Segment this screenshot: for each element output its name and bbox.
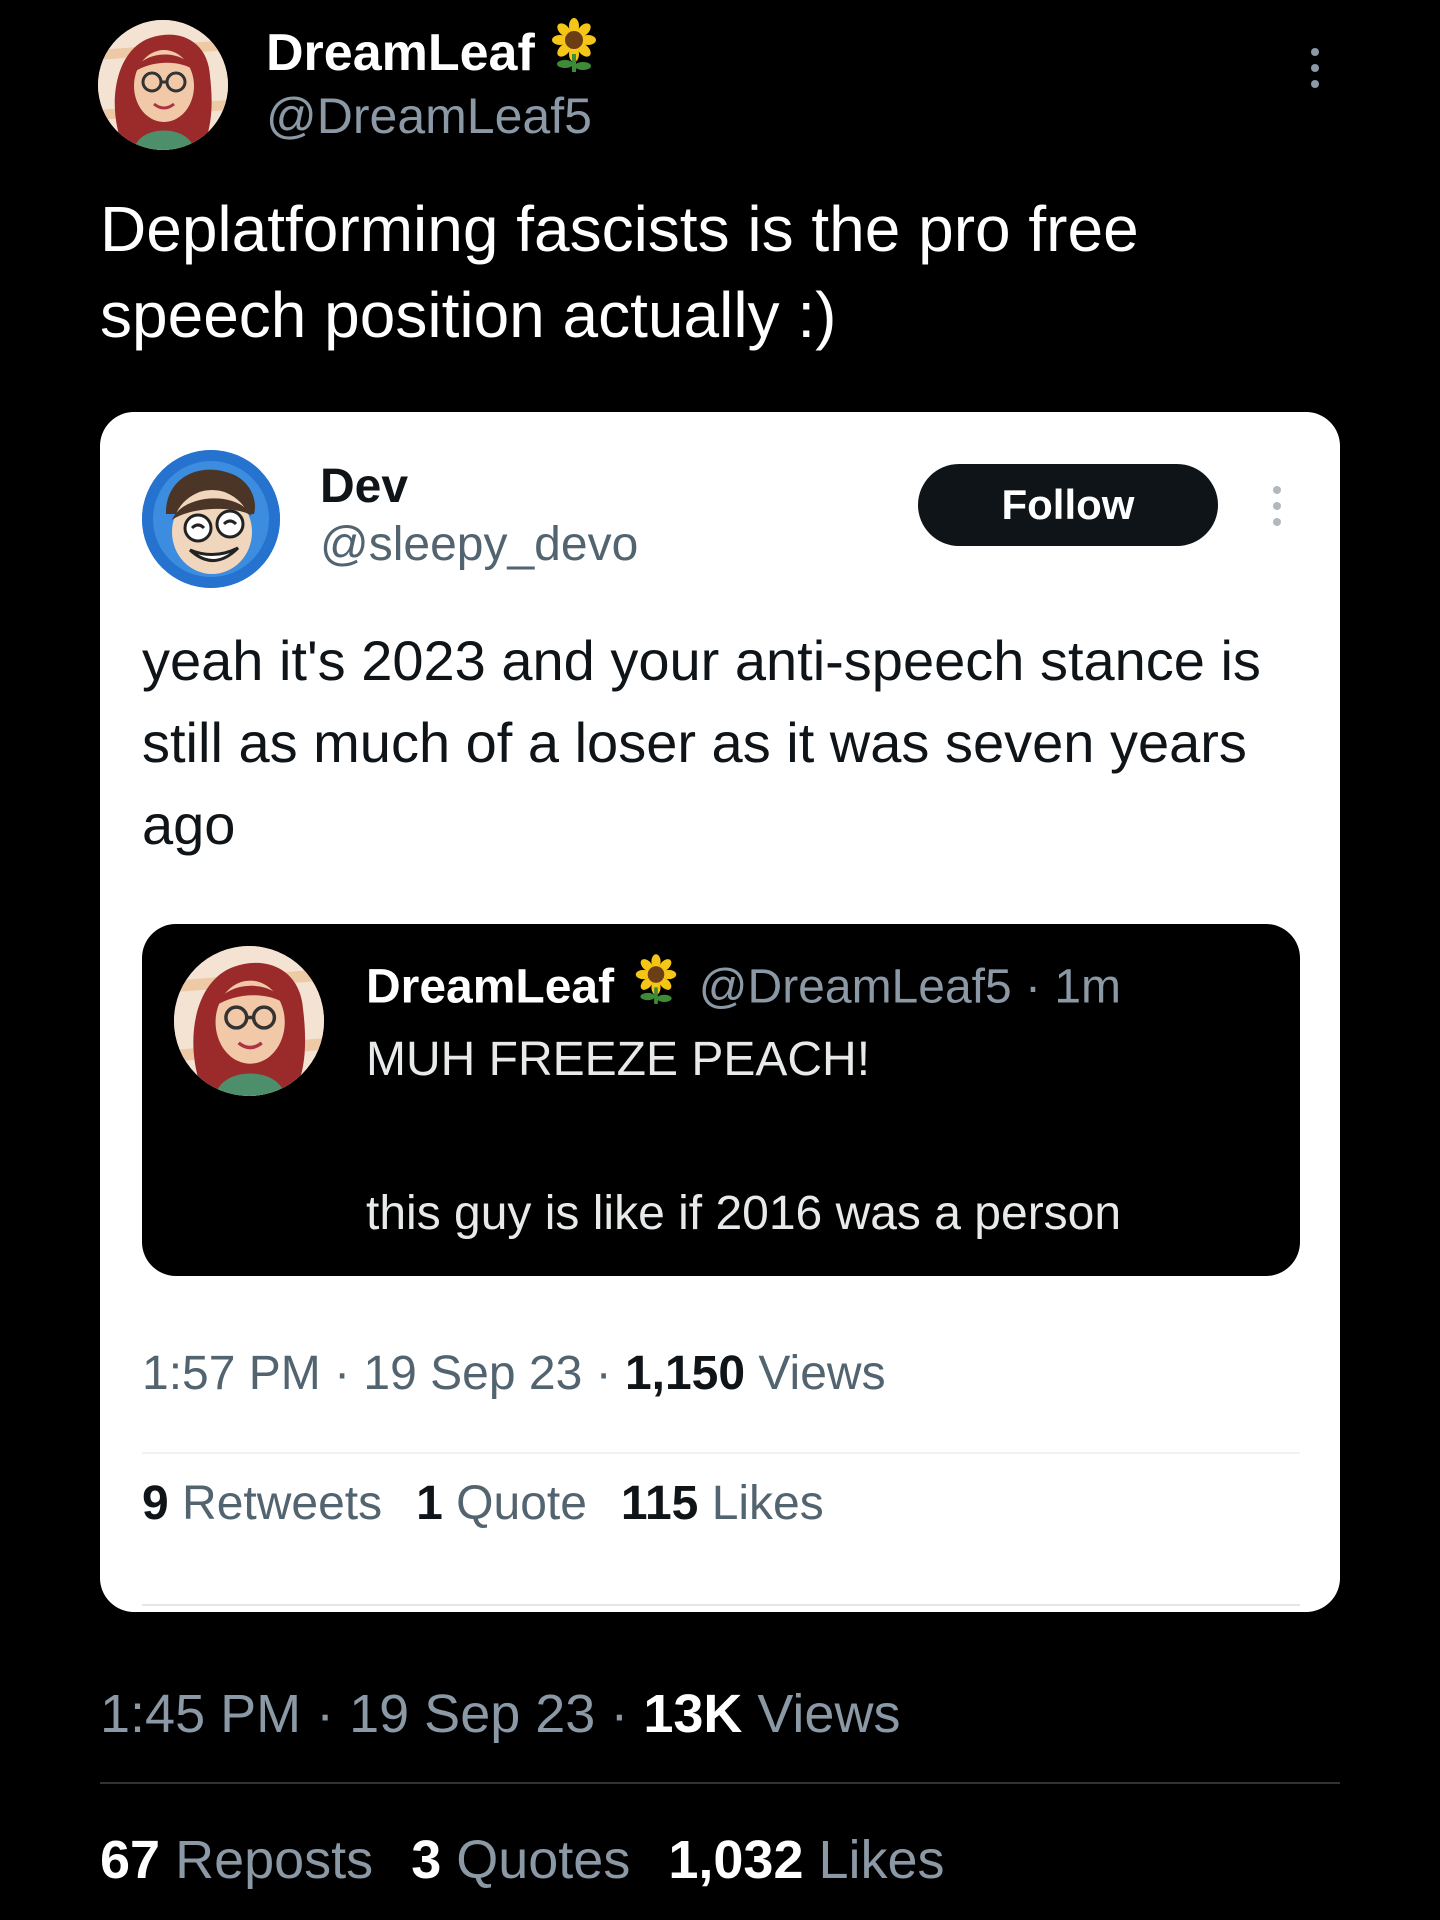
separator: ·: [595, 1684, 644, 1744]
divider: [142, 1452, 1300, 1454]
embedded-time[interactable]: 1:57 PM: [142, 1347, 321, 1400]
post-date[interactable]: 19 Sep 23: [349, 1684, 595, 1744]
quoted-display-name[interactable]: DreamLeaf: [366, 961, 614, 1014]
quoted-text-line: this guy is like if 2016 was a person: [366, 1187, 1122, 1240]
embedded-quotes[interactable]: 1 Quote: [416, 1477, 587, 1530]
quoted-header: DreamLeaf @DreamLeaf5 · 1m: [366, 954, 1121, 1021]
separator: ·: [320, 1347, 364, 1400]
embedded-screenshot[interactable]: Dev @sleepy_devo Follow yeah it's 2023 a…: [100, 412, 1340, 1612]
reposts-count[interactable]: 67 Reposts: [100, 1830, 373, 1890]
embedded-retweets[interactable]: 9 Retweets: [142, 1477, 382, 1530]
sunflower-icon: [633, 954, 679, 1021]
follow-button[interactable]: Follow: [918, 464, 1218, 546]
divider: [100, 1782, 1340, 1784]
dev-display-name[interactable]: Dev: [320, 458, 408, 516]
quoted-author-avatar: [174, 946, 324, 1096]
post-views-count: 13K: [643, 1684, 743, 1744]
author-handle[interactable]: @DreamLeaf5: [266, 86, 592, 146]
author-avatar[interactable]: [98, 20, 228, 150]
embedded-views-count: 1,150: [624, 1347, 746, 1400]
post-text: Deplatforming fascists is the pro free s…: [100, 193, 1139, 351]
dev-avatar: [142, 450, 280, 588]
quoted-handle-time: @DreamLeaf5 · 1m: [698, 960, 1121, 1014]
quotes-count[interactable]: 3 Quotes: [411, 1830, 630, 1890]
likes-count[interactable]: 1,032 Likes: [668, 1830, 944, 1890]
separator: ·: [582, 1347, 625, 1400]
post-views-label: Views: [742, 1684, 901, 1744]
post-engagement-stats: 67 Reposts 3 Quotes 1,032 Likes: [100, 1828, 945, 1892]
more-options-icon[interactable]: [1262, 486, 1292, 536]
embedded-views-label: Views: [745, 1347, 886, 1400]
quoted-text-line: MUH FREEZE PEACH!: [366, 1033, 871, 1086]
quoted-tweet[interactable]: DreamLeaf @DreamLeaf5 · 1m MUH FREEZE PE…: [142, 924, 1300, 1276]
embedded-timestamp-views: 1:57 PM · 19 Sep 23 · 1,150 Views: [142, 1344, 886, 1404]
post-timestamp-views: 1:45 PM · 19 Sep 23 · 13K Views: [100, 1682, 900, 1746]
sunflower-icon: [549, 18, 599, 88]
embedded-engagement-stats: 9 Retweets 1 Quote 115 Likes: [142, 1474, 824, 1534]
post-time[interactable]: 1:45 PM: [100, 1684, 301, 1744]
embedded-date[interactable]: 19 Sep 23: [363, 1347, 582, 1400]
separator: ·: [301, 1684, 350, 1744]
divider: [142, 1604, 1300, 1606]
dev-handle[interactable]: @sleepy_devo: [320, 516, 638, 574]
more-options-icon[interactable]: [1300, 48, 1330, 98]
dev-post-text: yeah it's 2023 and your anti-speech stan…: [142, 629, 1261, 856]
author-display-name[interactable]: DreamLeaf: [266, 18, 599, 88]
embedded-likes[interactable]: 115 Likes: [621, 1477, 824, 1530]
